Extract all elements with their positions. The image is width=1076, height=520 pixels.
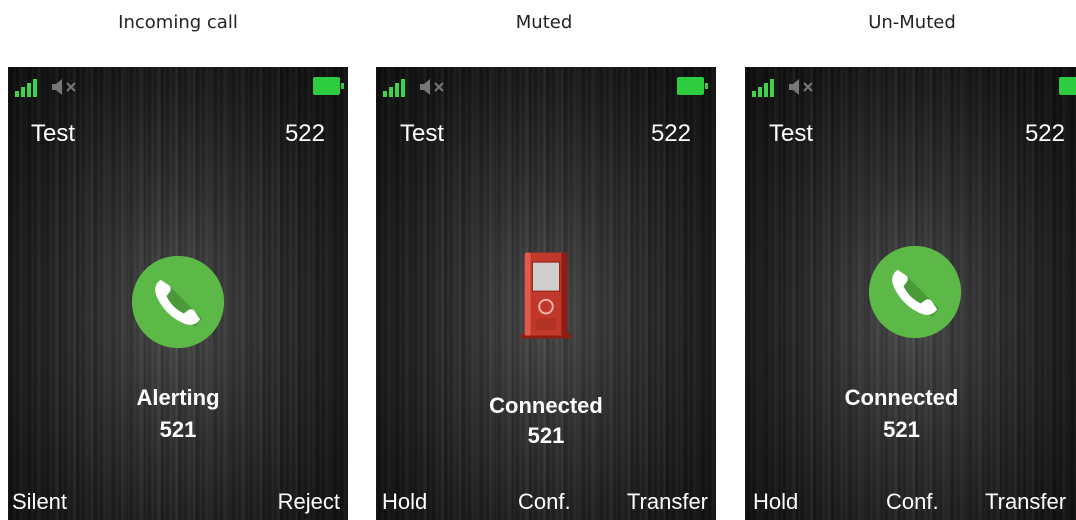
phone-screen-incoming-call: Test 522 Alerting 521 Silent Reject <box>8 67 348 520</box>
contact-name: Test <box>400 120 445 147</box>
signal-icon <box>383 77 413 97</box>
caller-number: 521 <box>159 417 197 442</box>
speaker-muted-icon <box>789 79 813 95</box>
softkey-hold[interactable]: Hold <box>382 489 427 515</box>
signal-icon <box>15 77 45 97</box>
caller-number: 521 <box>883 417 920 442</box>
speaker-muted-icon <box>420 79 444 95</box>
contact-name: Test <box>31 120 76 147</box>
phone-screen-muted: Test 522 Connected 521 Hold Conf. Transf… <box>376 67 716 520</box>
battery-icon <box>1059 77 1076 95</box>
extension-number: 522 <box>650 120 691 147</box>
softkey-conf[interactable]: Conf. <box>886 489 939 515</box>
call-status: Alerting <box>136 385 220 410</box>
call-circle-icon <box>868 245 962 339</box>
caller-number: 521 <box>527 423 565 448</box>
softkey-transfer[interactable]: Transfer <box>627 489 708 515</box>
call-status: Connected <box>489 393 603 418</box>
extension-number: 522 <box>284 120 325 147</box>
status-bar <box>8 67 348 107</box>
battery-icon <box>313 77 344 95</box>
phone-screen-un-muted: Test 522 Connected 521 Hold Conf. Transf… <box>745 67 1076 520</box>
caption-muted: Muted <box>515 12 573 33</box>
softkey-hold[interactable]: Hold <box>753 489 798 515</box>
extension-number: 522 <box>1024 120 1065 147</box>
softkey-silent[interactable]: Silent <box>12 489 67 515</box>
caption-un-muted: Un-Muted <box>868 12 956 33</box>
softkey-reject[interactable]: Reject <box>278 489 340 515</box>
call-circle-icon <box>131 255 225 349</box>
battery-icon <box>677 77 708 95</box>
softkey-conf[interactable]: Conf. <box>518 489 571 515</box>
status-bar <box>745 67 1076 107</box>
status-bar <box>376 67 716 107</box>
contact-name: Test <box>769 120 814 147</box>
call-status: Connected <box>844 385 959 410</box>
caption-incoming-call: Incoming call <box>118 12 238 33</box>
muted-phone-icon <box>520 252 572 339</box>
speaker-muted-icon <box>52 79 76 95</box>
softkey-transfer[interactable]: Transfer <box>985 489 1066 515</box>
signal-icon <box>752 77 782 97</box>
